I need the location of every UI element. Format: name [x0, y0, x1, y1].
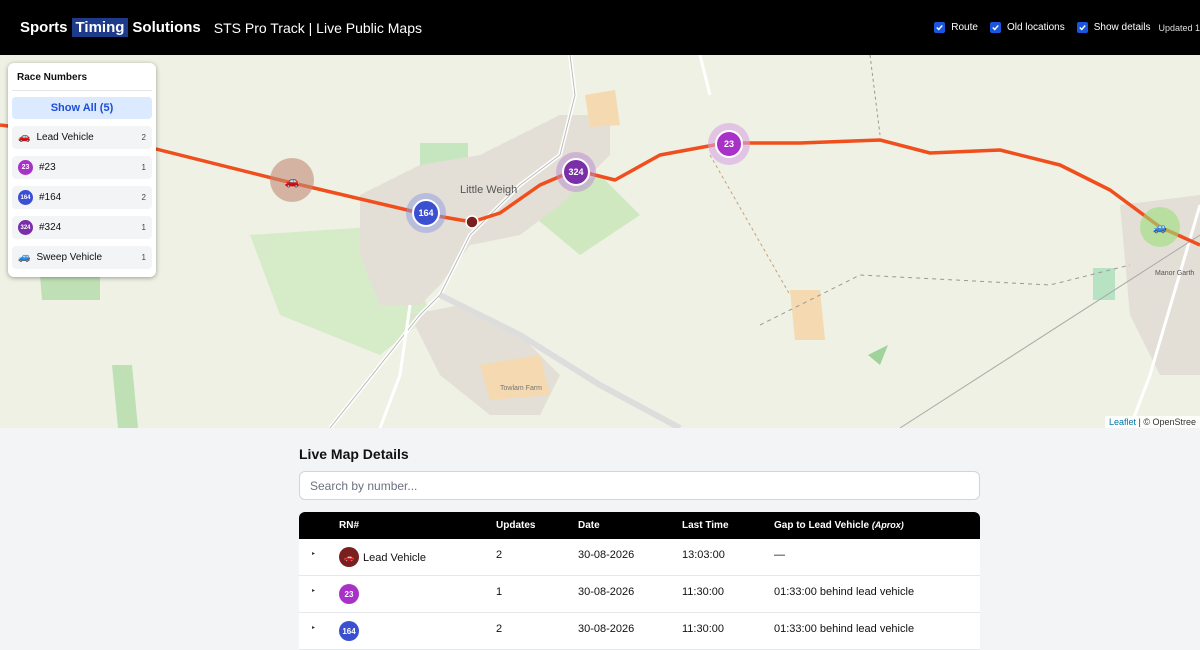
- item-count: 1: [141, 253, 146, 262]
- col-gap[interactable]: Gap to Lead Vehicle (Aprox): [774, 520, 904, 531]
- brand-word-3: Solutions: [132, 19, 201, 36]
- expand-arrow-icon[interactable]: ▸: [312, 550, 315, 557]
- row-date: 30-08-2026: [578, 623, 635, 635]
- farm-area: [585, 90, 620, 127]
- panel-title: Race Numbers: [12, 63, 152, 91]
- row-gap: 01:33:00 behind lead vehicle: [774, 623, 915, 635]
- expand-arrow-icon[interactable]: ▸: [312, 587, 315, 594]
- jeep-icon[interactable]: 🚙: [1153, 221, 1167, 234]
- row-date: 30-08-2026: [578, 586, 635, 598]
- col-gap-note: (Aprox): [871, 520, 904, 530]
- car-icon: 🚗: [339, 547, 359, 567]
- race-numbers-panel: Race Numbers Show All (5) 🚗 Lead Vehicle…: [8, 63, 156, 277]
- row-gap: —: [774, 549, 785, 561]
- jeep-icon: 🚙: [18, 252, 31, 263]
- boundary: [709, 154, 791, 296]
- marker-164[interactable]: 164: [406, 193, 446, 233]
- wood-area: [112, 365, 138, 428]
- item-label: #164: [39, 192, 62, 203]
- row-updates: 1: [496, 586, 503, 598]
- race-badge: 23: [339, 584, 359, 604]
- map-tiles: Little Weigh Manor Garth Towlam Farm 🚗 🚙…: [0, 55, 1200, 428]
- brand-word-1: Sports: [20, 19, 68, 36]
- col-gap-label: Gap to Lead Vehicle: [774, 520, 870, 531]
- old-locations-toggle[interactable]: Old locations: [989, 22, 1065, 33]
- row-date: 30-08-2026: [578, 549, 635, 561]
- item-count: 1: [141, 223, 146, 232]
- brand-word-2: Timing: [71, 18, 129, 37]
- top-bar: Sports Timing Solutions STS Pro Track | …: [0, 0, 1200, 55]
- live-map-details: Live Map Details Search by number... RN#…: [299, 446, 980, 650]
- checkbox-checked-icon[interactable]: [1076, 22, 1088, 33]
- show-details-toggle[interactable]: Show details: [1076, 22, 1151, 33]
- details-title: Live Map Details: [299, 446, 409, 462]
- race-badge: 23: [18, 160, 33, 175]
- item-label: #324: [39, 222, 62, 233]
- svg-text:23: 23: [724, 139, 734, 149]
- row-name: Lead Vehicle: [363, 552, 426, 564]
- brand-logo[interactable]: Sports Timing Solutions: [20, 18, 201, 37]
- car-icon: 🚗: [18, 132, 31, 143]
- old-locations-toggle-label: Old locations: [1006, 22, 1065, 33]
- table-header: RN# Updates Date Last Time Gap to Lead V…: [299, 512, 980, 539]
- road: [698, 55, 712, 96]
- farm-area: [790, 290, 825, 340]
- track: [869, 55, 881, 136]
- table-row[interactable]: ▸ 164 2 30-08-2026 11:30:00 01:33:00 beh…: [299, 613, 980, 650]
- car-icon[interactable]: 🚗: [285, 174, 300, 188]
- checkbox-checked-icon[interactable]: [989, 22, 1001, 33]
- details-table: RN# Updates Date Last Time Gap to Lead V…: [299, 512, 980, 650]
- row-time: 11:30:00: [682, 623, 725, 635]
- race-number-item-164[interactable]: 164 #164 2: [12, 186, 152, 209]
- row-updates: 2: [496, 623, 503, 635]
- row-updates: 2: [496, 549, 503, 561]
- row-time: 13:03:00: [682, 549, 725, 561]
- col-date[interactable]: Date: [578, 520, 600, 531]
- item-label: Lead Vehicle: [36, 132, 94, 143]
- updated-status: Updated 1: [1158, 22, 1200, 33]
- race-badge: 164: [339, 621, 359, 641]
- race-badge: 164: [18, 190, 33, 205]
- map-toggles: Route Old locations Show details Updated…: [922, 0, 1200, 55]
- show-all-button[interactable]: Show All (5): [12, 97, 152, 119]
- item-label: #23: [39, 162, 56, 173]
- table-row[interactable]: ▸ 23 1 30-08-2026 11:30:00 01:33:00 behi…: [299, 576, 980, 613]
- place-label: Manor Garth: [1155, 270, 1194, 277]
- race-number-item-23[interactable]: 23 #23 1: [12, 156, 152, 179]
- marker-324[interactable]: 324: [556, 152, 596, 192]
- svg-text:324: 324: [568, 167, 583, 177]
- race-number-item-324[interactable]: 324 #324 1: [12, 216, 152, 239]
- marker-23[interactable]: 23: [708, 123, 750, 165]
- race-badge: 324: [18, 220, 33, 235]
- lead-vehicle-dot[interactable]: [465, 215, 479, 229]
- row-gap: 01:33:00 behind lead vehicle: [774, 586, 915, 598]
- live-map[interactable]: Little Weigh Manor Garth Towlam Farm 🚗 🚙…: [0, 55, 1200, 428]
- item-count: 1: [141, 163, 146, 172]
- place-label: Little Weigh: [460, 184, 517, 196]
- checkbox-checked-icon[interactable]: [934, 22, 946, 33]
- attribution-text: | © OpenStree: [1138, 417, 1197, 427]
- wood-area: [868, 345, 888, 365]
- item-count: 2: [141, 133, 146, 142]
- page-title: STS Pro Track | Live Public Maps: [213, 19, 422, 36]
- park-area: [1093, 268, 1115, 300]
- race-number-item-lead-vehicle[interactable]: 🚗 Lead Vehicle 2: [12, 126, 152, 149]
- col-updates[interactable]: Updates: [496, 520, 535, 531]
- map-attribution: Leaflet | © OpenStree: [1104, 416, 1200, 428]
- route-toggle[interactable]: Route: [934, 22, 978, 33]
- svg-text:164: 164: [418, 208, 433, 218]
- col-last-time[interactable]: Last Time: [682, 520, 729, 531]
- item-label: Sweep Vehicle: [36, 252, 103, 263]
- show-details-toggle-label: Show details: [1093, 22, 1151, 33]
- leaflet-link[interactable]: Leaflet: [1109, 417, 1136, 427]
- race-number-item-sweep-vehicle[interactable]: 🚙 Sweep Vehicle 1: [12, 246, 152, 269]
- item-count: 2: [141, 193, 146, 202]
- row-time: 11:30:00: [682, 586, 725, 598]
- route-toggle-label: Route: [951, 22, 978, 33]
- search-input[interactable]: Search by number...: [299, 471, 980, 500]
- place-label: Towlam Farm: [500, 385, 542, 392]
- table-row[interactable]: ▸ 🚗 Lead Vehicle 2 30-08-2026 13:03:00 —: [299, 539, 980, 576]
- col-rn[interactable]: RN#: [339, 520, 359, 531]
